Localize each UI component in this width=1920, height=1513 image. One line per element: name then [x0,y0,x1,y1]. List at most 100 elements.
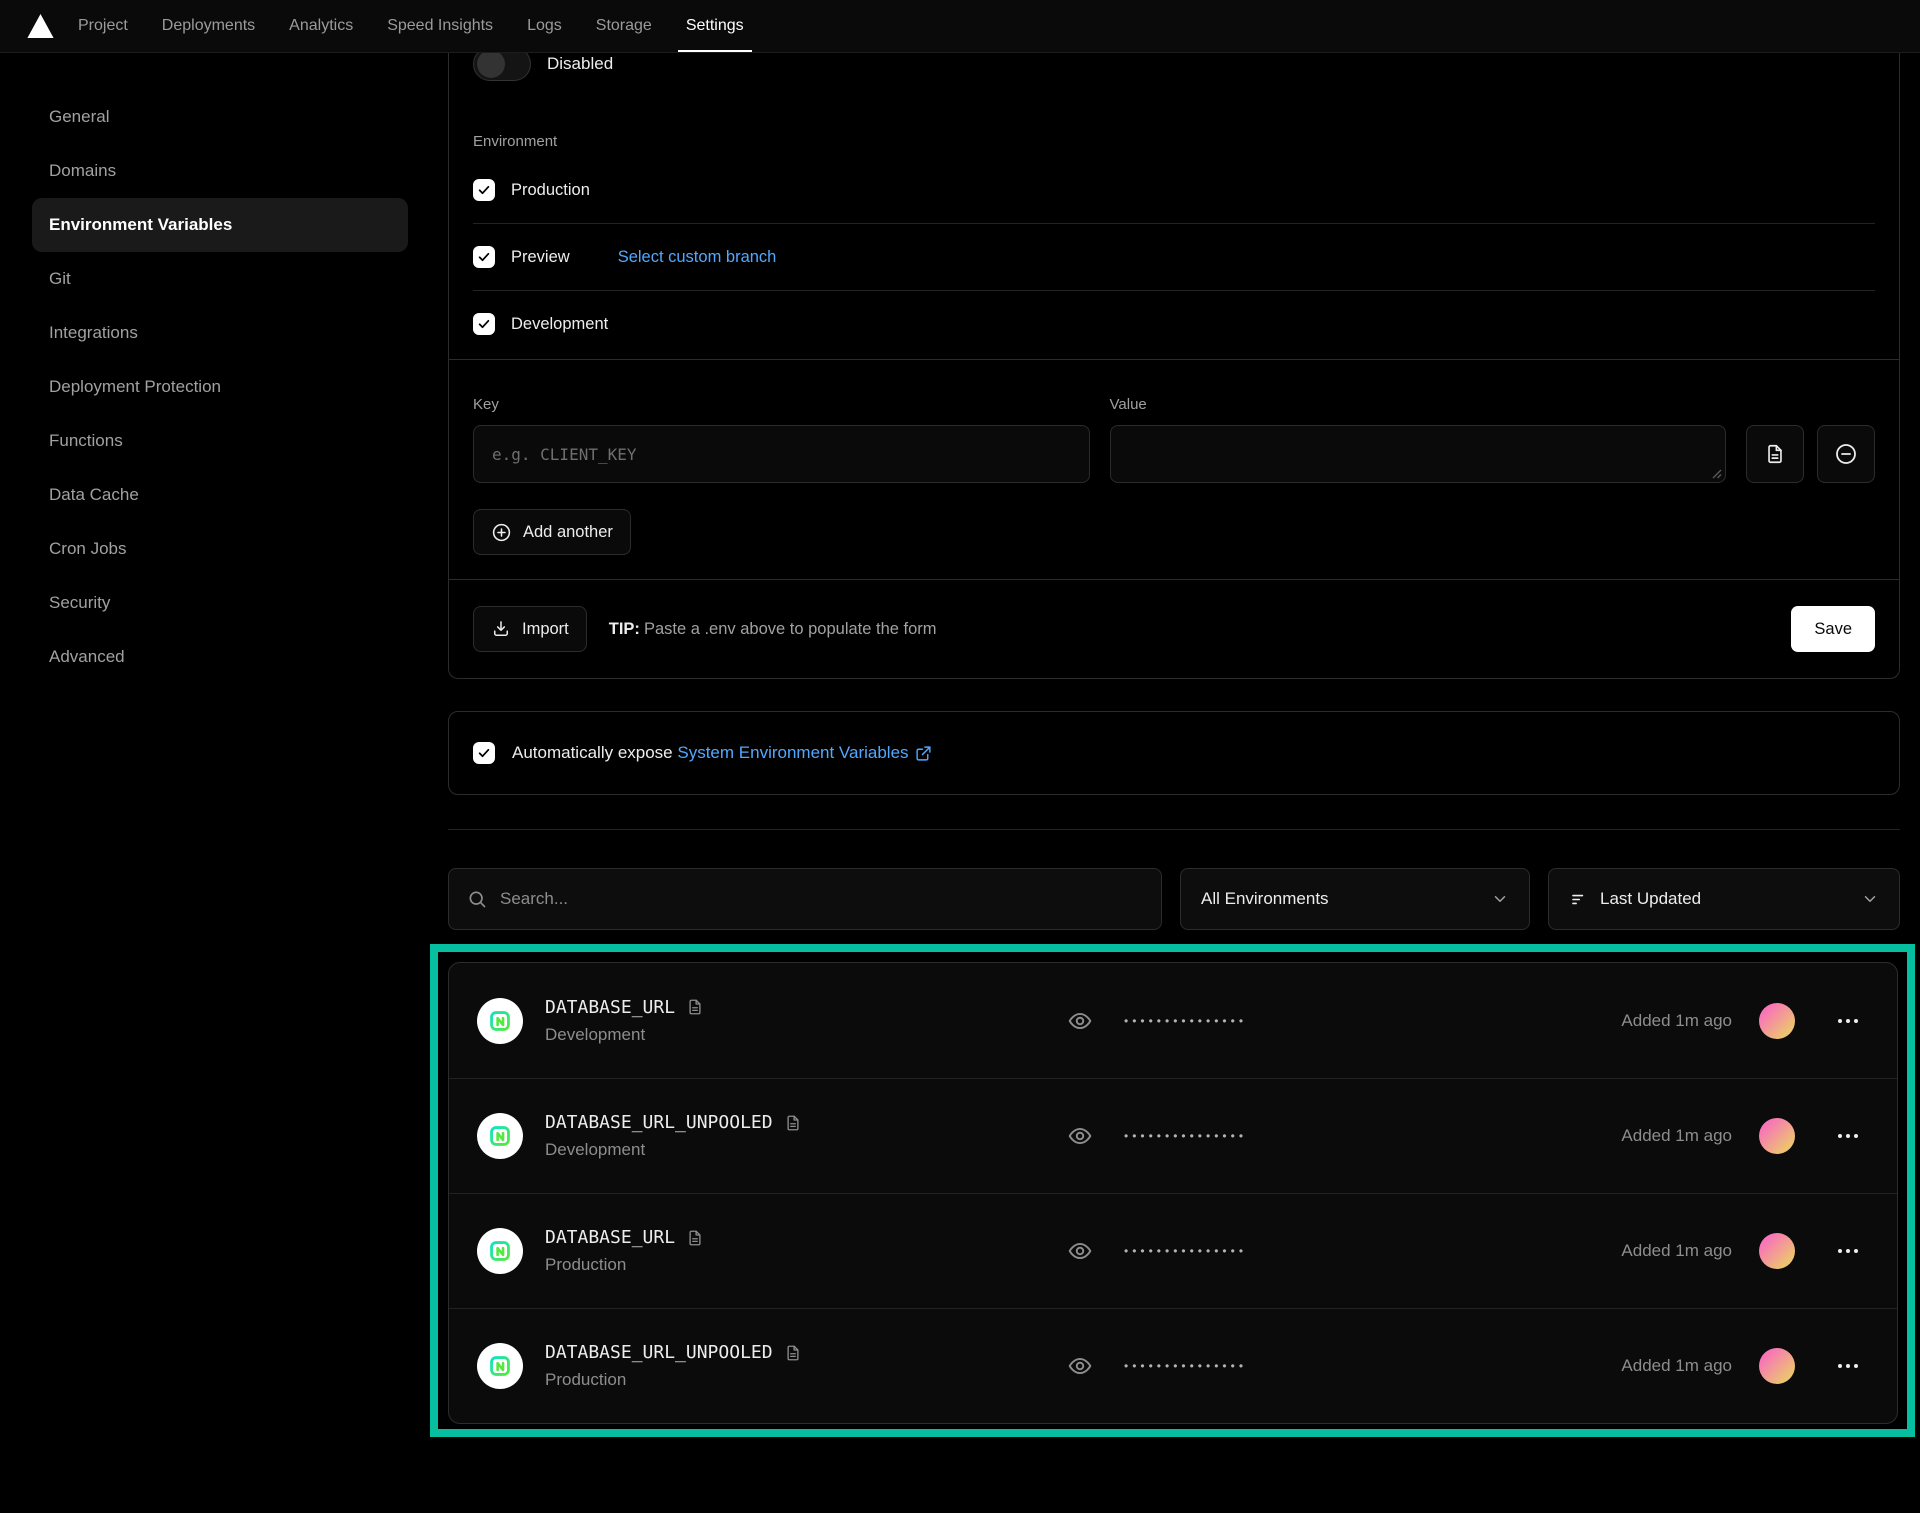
chevron-down-icon [1861,890,1879,908]
env-var-environment: Production [545,1370,802,1390]
save-button[interactable]: Save [1791,606,1875,652]
sort-dropdown[interactable]: Last Updated [1548,868,1900,930]
sidebar-item-functions[interactable]: Functions [32,414,408,468]
sort-dropdown-label: Last Updated [1600,889,1849,909]
sidebar-item-general[interactable]: General [32,90,408,144]
sidebar-item-integrations[interactable]: Integrations [32,306,408,360]
key-value-section: Key Value [449,359,1899,579]
environments-filter-label: All Environments [1201,889,1479,909]
environment-section: Environment Production Preview Select cu… [449,109,1899,359]
eye-icon[interactable] [1067,1353,1093,1379]
form-footer: Import TIP:Paste a .env above to populat… [449,579,1899,678]
nav-tab-analytics[interactable]: Analytics [287,0,355,52]
remove-row-button[interactable] [1817,425,1875,483]
table-row[interactable]: DATABASE_URL Development •••••••••••••••… [449,963,1897,1078]
paste-env-file-button[interactable] [1746,425,1804,483]
environment-production-row: Production [473,157,1875,223]
masked-value: ••••••••••••••• [1124,1244,1247,1258]
file-text-icon[interactable] [784,1114,802,1132]
avatar [1759,1348,1795,1384]
table-row[interactable]: DATABASE_URL Production ••••••••••••••• … [449,1193,1897,1308]
table-row[interactable]: DATABASE_URL_UNPOOLED Production •••••••… [449,1308,1897,1423]
neon-integration-icon [477,1113,523,1159]
system-env-card: Automatically expose System Environment … [448,711,1900,795]
search-icon [467,889,487,909]
environment-development-row: Development [473,290,1875,357]
check-icon [477,250,491,264]
select-custom-branch-link[interactable]: Select custom branch [618,248,777,267]
search-box [448,868,1162,930]
eye-icon[interactable] [1067,1123,1093,1149]
env-var-name: DATABASE_URL_UNPOOLED [545,1342,773,1363]
file-text-icon[interactable] [686,998,704,1016]
neon-integration-icon [477,1343,523,1389]
check-icon [477,317,491,331]
row-menu-button[interactable] [1827,1000,1869,1042]
preview-checkbox[interactable] [473,246,495,268]
environment-section-label: Environment [473,133,557,150]
nav-tab-settings[interactable]: Settings [684,0,746,52]
env-var-name: DATABASE_URL [545,997,675,1018]
sidebar-item-git[interactable]: Git [32,252,408,306]
add-another-button[interactable]: Add another [473,509,631,555]
vercel-triangle-logo[interactable] [27,0,54,52]
env-variables-panel: Disabled Environment Production Preview … [448,53,1900,1437]
production-checkbox-label: Production [511,181,590,200]
row-menu-button[interactable] [1827,1115,1869,1157]
environments-filter-dropdown[interactable]: All Environments [1180,868,1530,930]
masked-value: ••••••••••••••• [1124,1359,1247,1373]
masked-value: ••••••••••••••• [1124,1129,1247,1143]
development-checkbox[interactable] [473,313,495,335]
sidebar-item-advanced[interactable]: Advanced [32,630,408,684]
system-env-checkbox[interactable] [473,742,495,764]
add-another-label: Add another [523,523,613,542]
download-icon [491,619,511,639]
env-var-environment: Development [545,1025,704,1045]
nav-tab-storage[interactable]: Storage [594,0,654,52]
eye-icon[interactable] [1067,1008,1093,1034]
nav-tab-project[interactable]: Project [76,0,130,52]
row-menu-button[interactable] [1827,1230,1869,1272]
nav-tab-speed-insights[interactable]: Speed Insights [385,0,495,52]
eye-icon[interactable] [1067,1238,1093,1264]
production-checkbox[interactable] [473,179,495,201]
sidebar-item-data-cache[interactable]: Data Cache [32,468,408,522]
sidebar-item-environment-variables[interactable]: Environment Variables [32,198,408,252]
sidebar-item-cron-jobs[interactable]: Cron Jobs [32,522,408,576]
development-checkbox-label: Development [511,315,608,334]
avatar [1759,1118,1795,1154]
system-env-link[interactable]: System Environment Variables [677,743,931,763]
file-text-icon[interactable] [686,1229,704,1247]
added-timestamp: Added 1m ago [1621,1356,1732,1376]
added-timestamp: Added 1m ago [1621,1011,1732,1031]
sidebar-item-deployment-protection[interactable]: Deployment Protection [32,360,408,414]
env-var-environment: Development [545,1140,802,1160]
added-timestamp: Added 1m ago [1621,1126,1732,1146]
check-icon [477,183,491,197]
sidebar-item-domains[interactable]: Domains [32,144,408,198]
chevron-down-icon [1491,890,1509,908]
neon-integration-icon [477,1228,523,1274]
key-input[interactable] [473,425,1090,483]
env-list-toolbar: All Environments Last Updated [448,868,1900,930]
row-menu-button[interactable] [1827,1345,1869,1387]
value-column: Value [1110,396,1727,483]
neon-integration-icon [477,998,523,1044]
check-icon [477,746,491,760]
sort-lines-icon [1569,890,1588,909]
nav-tab-logs[interactable]: Logs [525,0,564,52]
env-variable-form-card: Disabled Environment Production Preview … [448,23,1900,679]
file-text-icon[interactable] [784,1344,802,1362]
value-input[interactable] [1110,425,1727,483]
value-label: Value [1110,396,1727,413]
system-env-text: Automatically expose System Environment … [512,743,932,763]
plus-circle-icon [491,522,512,543]
nav-tab-deployments[interactable]: Deployments [160,0,257,52]
table-row[interactable]: DATABASE_URL_UNPOOLED Development ••••••… [449,1078,1897,1193]
import-button[interactable]: Import [473,606,587,652]
env-variables-list: DATABASE_URL Development •••••••••••••••… [448,962,1898,1424]
env-var-name: DATABASE_URL_UNPOOLED [545,1112,773,1133]
search-input[interactable] [500,889,1143,909]
sidebar-item-security[interactable]: Security [32,576,408,630]
minus-circle-icon [1834,442,1858,466]
